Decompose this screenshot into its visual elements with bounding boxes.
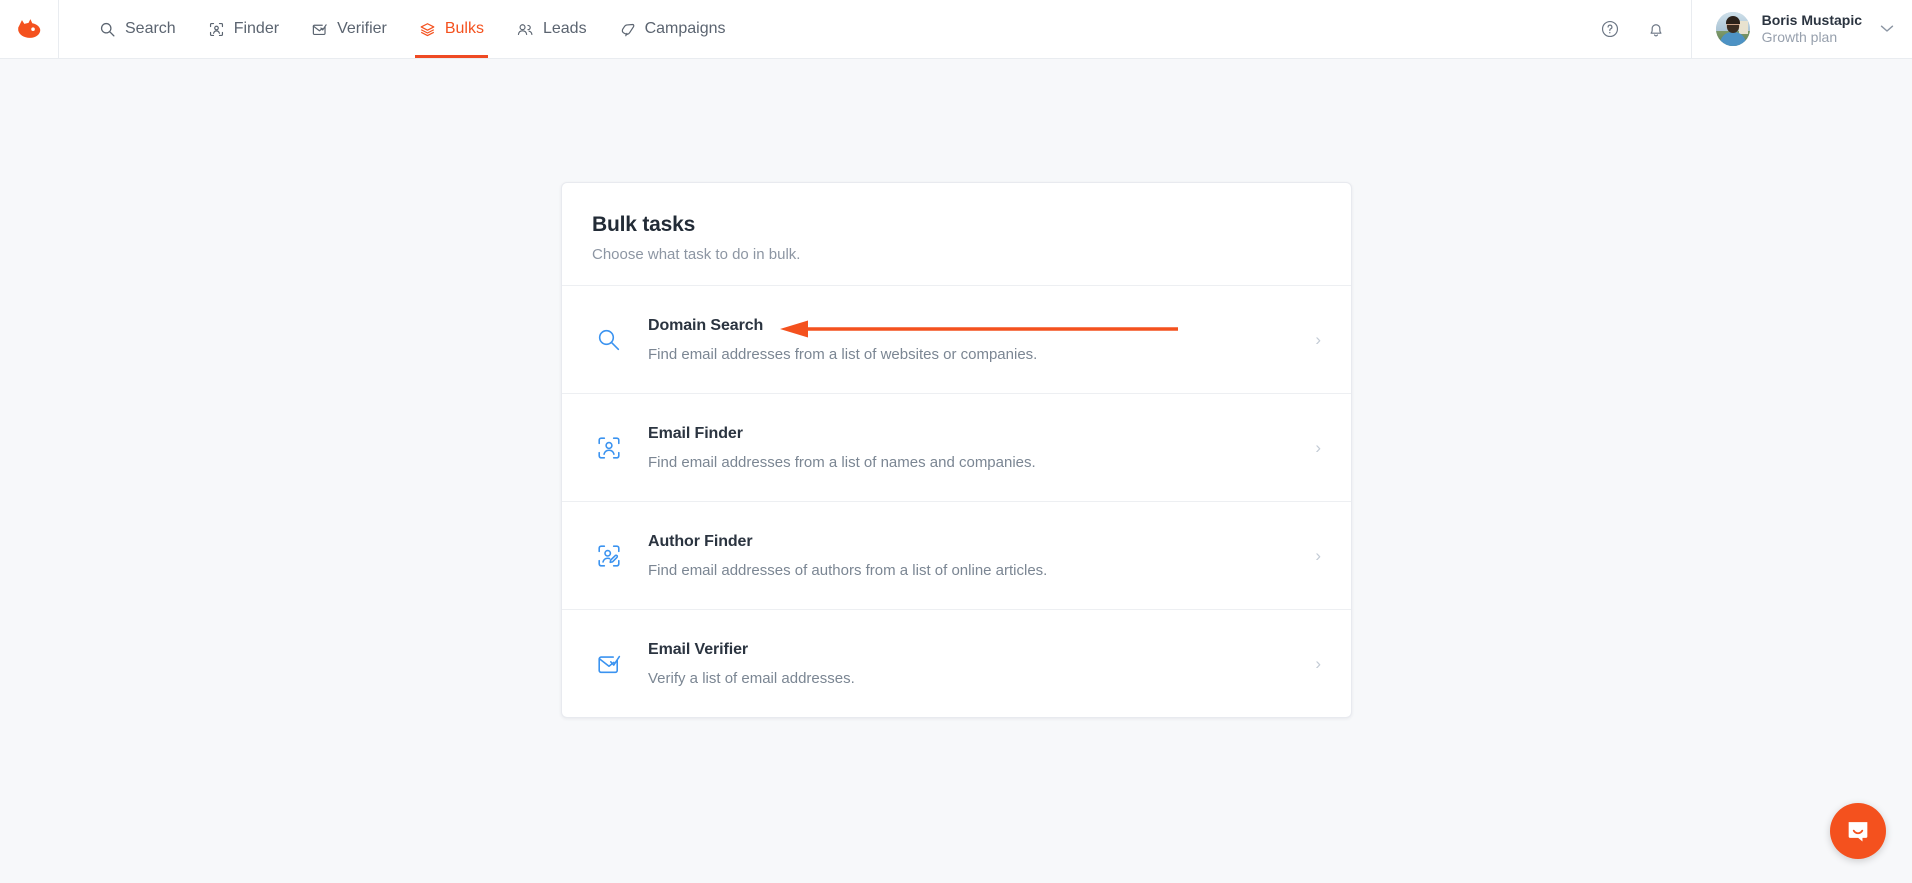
task-description: Find email addresses of authors from a l… <box>648 561 1048 579</box>
task-row-email-finder[interactable]: Email Finder Find email addresses from a… <box>562 393 1351 501</box>
user-menu[interactable]: Boris Mustapic Growth plan <box>1690 0 1912 58</box>
task-description: Verify a list of email addresses. <box>648 669 855 687</box>
nav-item-leads[interactable]: Leads <box>500 0 603 58</box>
task-row-domain-search[interactable]: Domain Search Find email addresses from … <box>562 285 1351 393</box>
intercom-chat-icon <box>1848 822 1868 842</box>
header-actions: Boris Mustapic Growth plan <box>1587 0 1912 58</box>
envelope-check-icon <box>311 21 328 38</box>
notifications-button[interactable] <box>1633 0 1679 58</box>
chevron-right-icon[interactable]: › <box>1305 546 1321 566</box>
main-navigation: Search Finder Verifier Bulks Leads Campa… <box>83 0 742 58</box>
nav-item-search[interactable]: Search <box>83 0 192 58</box>
task-text: Email Verifier Verify a list of email ad… <box>648 641 1283 687</box>
nav-item-label: Verifier <box>337 20 387 37</box>
task-text: Author Finder Find email addresses of au… <box>648 533 1283 579</box>
nav-item-label: Search <box>125 20 176 37</box>
person-scan-icon <box>592 431 626 465</box>
help-button[interactable] <box>1587 0 1633 58</box>
nav-item-label: Bulks <box>444 20 484 37</box>
user-plan: Growth plan <box>1761 29 1838 45</box>
magnifier-icon <box>592 323 626 357</box>
card-header: Bulk tasks Choose what task to do in bul… <box>562 183 1351 285</box>
nav-item-label: Campaigns <box>644 20 726 37</box>
task-row-author-finder[interactable]: Author Finder Find email addresses of au… <box>562 501 1351 609</box>
chevron-down-icon <box>1880 22 1894 36</box>
page-subtitle: Choose what task to do in bulk. <box>592 246 801 263</box>
layers-icon <box>419 21 436 38</box>
task-name: Domain Search <box>648 316 764 334</box>
nav-item-bulks[interactable]: Bulks <box>403 0 500 58</box>
nav-item-campaigns[interactable]: Campaigns <box>603 0 742 58</box>
nav-item-label: Finder <box>233 20 280 37</box>
chevron-right-icon[interactable]: › <box>1305 330 1321 350</box>
search-icon <box>99 21 116 38</box>
app-logo[interactable] <box>0 0 59 58</box>
page-title: Bulk tasks <box>592 213 696 236</box>
user-info: Boris Mustapic Growth plan <box>1762 12 1862 47</box>
nav-item-finder[interactable]: Finder <box>192 0 295 58</box>
task-name: Email Finder <box>648 424 743 442</box>
task-name: Email Verifier <box>648 640 748 658</box>
nav-item-verifier[interactable]: Verifier <box>295 0 403 58</box>
people-icon <box>516 21 534 38</box>
task-text: Domain Search Find email addresses from … <box>648 317 1283 363</box>
user-avatar <box>1715 12 1750 46</box>
megaphone-icon <box>619 21 636 38</box>
person-scan-icon <box>208 21 225 38</box>
task-row-email-verifier[interactable]: Email Verifier Verify a list of email ad… <box>562 609 1351 717</box>
task-description: Find email addresses from a list of name… <box>648 453 1036 471</box>
main-content: Bulk tasks Choose what task to do in bul… <box>0 59 1912 883</box>
app-header: Search Finder Verifier Bulks Leads Campa… <box>0 0 1912 59</box>
person-pen-scan-icon <box>592 539 626 573</box>
user-name: Boris Mustapic <box>1761 11 1862 28</box>
hunter-fox-logo-icon <box>18 19 41 38</box>
task-description: Find email addresses from a list of webs… <box>648 345 1038 363</box>
nav-item-label: Leads <box>542 20 587 37</box>
question-circle-icon <box>1601 20 1618 38</box>
bulk-tasks-card: Bulk tasks Choose what task to do in bul… <box>561 182 1352 718</box>
task-text: Email Finder Find email addresses from a… <box>648 425 1283 471</box>
chevron-right-icon[interactable]: › <box>1305 654 1321 674</box>
bell-icon <box>1650 24 1662 37</box>
chevron-right-icon[interactable]: › <box>1305 438 1321 458</box>
task-name: Author Finder <box>648 532 753 550</box>
support-chat-button[interactable] <box>1830 803 1886 859</box>
envelope-check-icon <box>592 647 626 681</box>
